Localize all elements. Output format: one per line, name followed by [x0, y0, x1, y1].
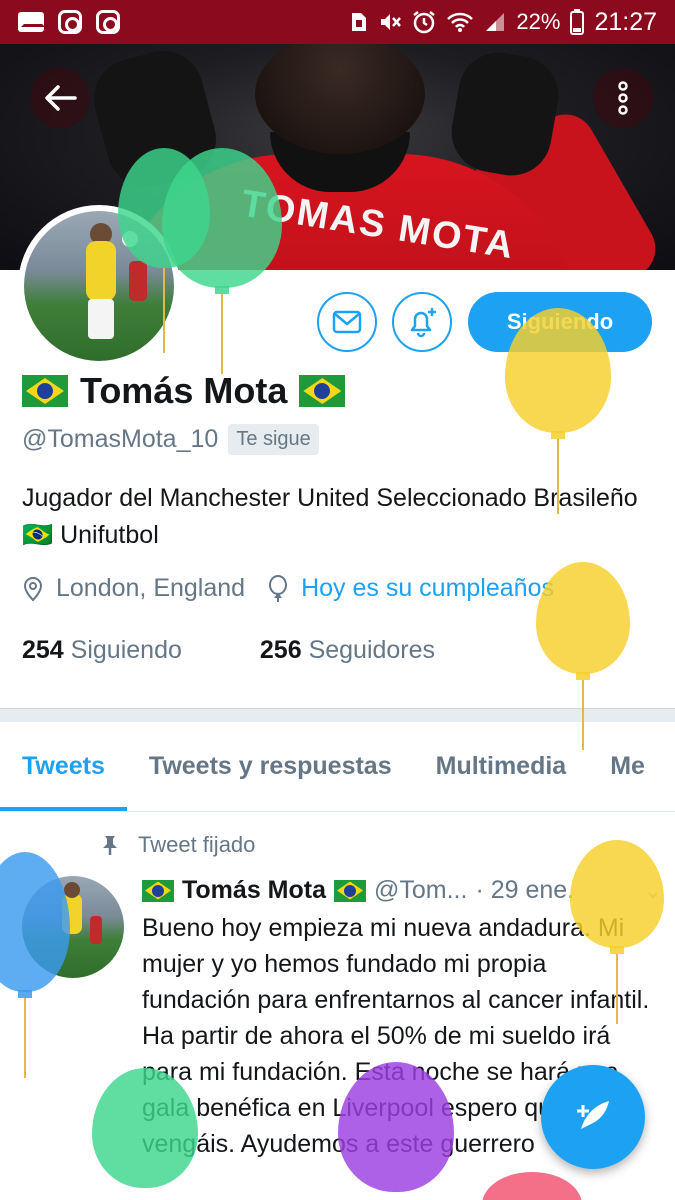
avatar-photo-ball	[122, 231, 138, 247]
mail-icon	[18, 12, 44, 32]
battery-level: 22%	[516, 9, 561, 34]
profile-bio: Jugador del Manchester United Selecciona…	[22, 484, 638, 549]
pinned-label-row: Tweet fijado	[100, 832, 255, 858]
arrow-left-icon	[45, 85, 77, 111]
profile-name-text: Tomás Mota	[80, 370, 288, 411]
profile-meta: London, England Hoy es su cumpleaños	[22, 574, 554, 603]
following-label: Siguiendo	[70, 636, 182, 664]
alarm-icon	[413, 11, 436, 34]
status-bar: 22% 21:27	[0, 0, 675, 44]
tweet-date[interactable]: · 29 ene.	[475, 876, 574, 905]
sim-icon	[352, 13, 367, 31]
status-bar-notifications	[18, 10, 120, 34]
follows-you-badge: Te sigue	[228, 424, 319, 455]
brazil-flag-icon	[22, 375, 68, 407]
section-divider	[0, 708, 675, 722]
compose-feather-icon	[577, 1101, 609, 1129]
tab-tweets-replies[interactable]: Tweets y respuestas	[127, 722, 414, 811]
followers-count: 256	[259, 636, 302, 664]
instagram-icon	[58, 10, 82, 34]
tweet-author-handle: @Tom...	[374, 876, 468, 904]
avatar-photo-player	[86, 241, 116, 301]
handle-row: @TomasMota_10 Te sigue	[22, 424, 319, 455]
instagram-icon	[96, 10, 120, 34]
banner-glove-left	[85, 44, 225, 197]
compose-tweet-button[interactable]	[541, 1065, 645, 1169]
message-button[interactable]	[317, 292, 377, 352]
tweet-author-name[interactable]: Tomás Mota	[182, 876, 326, 905]
tab-likes[interactable]: Me	[588, 722, 667, 811]
balloon-decoration	[482, 1172, 582, 1200]
followers-count-link[interactable]: 256 Seguidores	[260, 636, 435, 665]
location-pin-icon	[23, 576, 43, 601]
following-count: 254	[22, 636, 64, 664]
tab-media[interactable]: Multimedia	[414, 722, 589, 811]
envelope-icon	[332, 310, 362, 334]
followers-label: Seguidores	[308, 636, 436, 664]
battery-icon	[570, 9, 585, 35]
clock: 21:27	[594, 7, 657, 36]
avatar-photo-referee	[129, 261, 147, 301]
bell-plus-icon	[410, 308, 436, 338]
tweet-avatar-head	[64, 882, 80, 898]
brazil-flag-icon	[299, 375, 346, 407]
pinned-label: Tweet fijado	[138, 832, 256, 857]
more-options-button[interactable]	[593, 68, 653, 128]
following-count-link[interactable]: 254 Siguiendo	[22, 636, 182, 665]
wifi-icon	[447, 12, 474, 32]
avatar-photo	[24, 211, 174, 361]
profile-tabs: Tweets Tweets y respuestas Multimedia Me	[0, 722, 675, 812]
notifications-button[interactable]	[392, 292, 452, 352]
tab-tweets[interactable]: Tweets	[0, 722, 127, 811]
pin-icon	[103, 836, 117, 855]
profile-location: London, England	[56, 574, 246, 602]
brazil-flag-icon	[142, 879, 174, 902]
brazil-flag-icon	[334, 879, 366, 902]
profile-handle: @TomasMota_10	[22, 425, 219, 453]
tweet-avatar-player	[62, 894, 82, 934]
profile-name: Tomás Mota	[22, 370, 346, 412]
status-bar-system: 22% 21:27	[350, 8, 657, 37]
mute-icon	[381, 14, 402, 30]
tweet-avatar-referee	[90, 916, 102, 944]
chevron-down-icon[interactable]: ⌄	[644, 878, 662, 904]
following-button[interactable]: Siguiendo	[468, 292, 652, 352]
tweet-header: Tomás Mota @Tom... · 29 ene. ⌄	[142, 876, 662, 905]
profile-avatar[interactable]	[18, 205, 180, 367]
more-vertical-icon	[618, 81, 628, 115]
birthday-link[interactable]: Hoy es su cumpleaños	[301, 574, 554, 603]
avatar-photo-legs	[88, 299, 114, 339]
back-button[interactable]	[30, 68, 90, 128]
signal-icon	[486, 13, 505, 31]
tweet-author-avatar[interactable]	[22, 876, 124, 978]
balloon-icon	[269, 574, 288, 602]
follow-counts: 254 Siguiendo 256 Seguidores	[22, 636, 435, 665]
